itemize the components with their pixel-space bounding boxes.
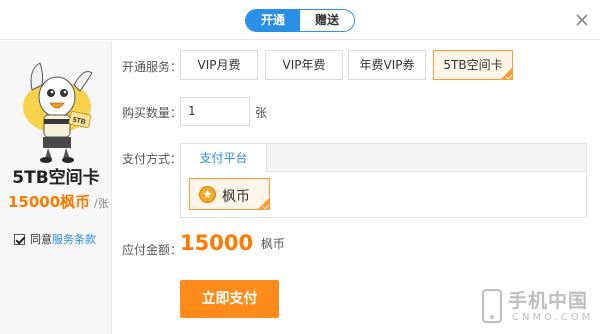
tab-payment-platform[interactable]: 支付平台 (181, 144, 267, 173)
quantity-input[interactable]: 1 (180, 97, 250, 126)
watermark-subtext: CNMO.COM (512, 312, 594, 323)
payment-option-label: 枫币 (222, 189, 250, 205)
amount-label: 应付金额： (122, 243, 183, 257)
payment-option-coin[interactable]: 枫币 (189, 178, 270, 210)
price-line: 15000枫币 /张 (8, 191, 112, 212)
amount-value: 15000 (180, 231, 254, 255)
checkmark-icon (501, 68, 512, 79)
service-vip-monthly[interactable]: VIP月费 (180, 50, 258, 80)
terms-agreement: 同意 服务条款 (14, 231, 96, 247)
amount-unit: 枫币 (260, 236, 285, 251)
product-name: 5TB空间卡 (12, 168, 100, 188)
watermark: 手机中国 CNMO.COM (478, 286, 596, 330)
price-unit: /张 (94, 197, 109, 210)
tab-gift[interactable]: 赠送 (300, 10, 354, 31)
product-price: 15000枫币 (8, 193, 91, 211)
close-icon[interactable] (574, 12, 590, 28)
amount-display: 15000 枫币 (180, 231, 285, 255)
terms-checkbox[interactable] (14, 233, 25, 245)
agree-label: 同意 (30, 233, 52, 246)
pay-now-button[interactable]: 立即支付 (180, 280, 279, 318)
coin-icon (199, 186, 216, 203)
payment-method-box: 支付平台 枫币 (180, 143, 587, 218)
service-5tb-card[interactable]: 5TB空间卡 (433, 50, 513, 80)
tab-open[interactable]: 开通 (246, 10, 300, 31)
service-vip-yearly[interactable]: VIP年费 (265, 50, 343, 80)
watermark-text: 手机中国 (508, 290, 589, 312)
checkmark-icon (258, 198, 269, 209)
service-5tb-card-label: 5TB空间卡 (443, 58, 503, 72)
quantity-label: 购买数量： (122, 106, 183, 120)
mode-tab-group: 开通 赠送 (245, 9, 355, 32)
terms-link[interactable]: 服务条款 (52, 231, 96, 247)
product-summary-panel: 5TB 5TB空间卡 15000枫币 /张 同意 服务条款 (0, 41, 112, 334)
watermark-logo-icon (482, 289, 502, 323)
quantity-unit: 张 (255, 106, 268, 120)
mascot-avatar: 5TB (23, 62, 93, 163)
service-label: 开通服务： (122, 60, 183, 74)
service-vip-yearly-voucher[interactable]: 年费VIP券 (348, 50, 426, 80)
payment-label: 支付方式： (122, 152, 183, 166)
dialog-header: 开通 赠送 (0, 0, 600, 40)
